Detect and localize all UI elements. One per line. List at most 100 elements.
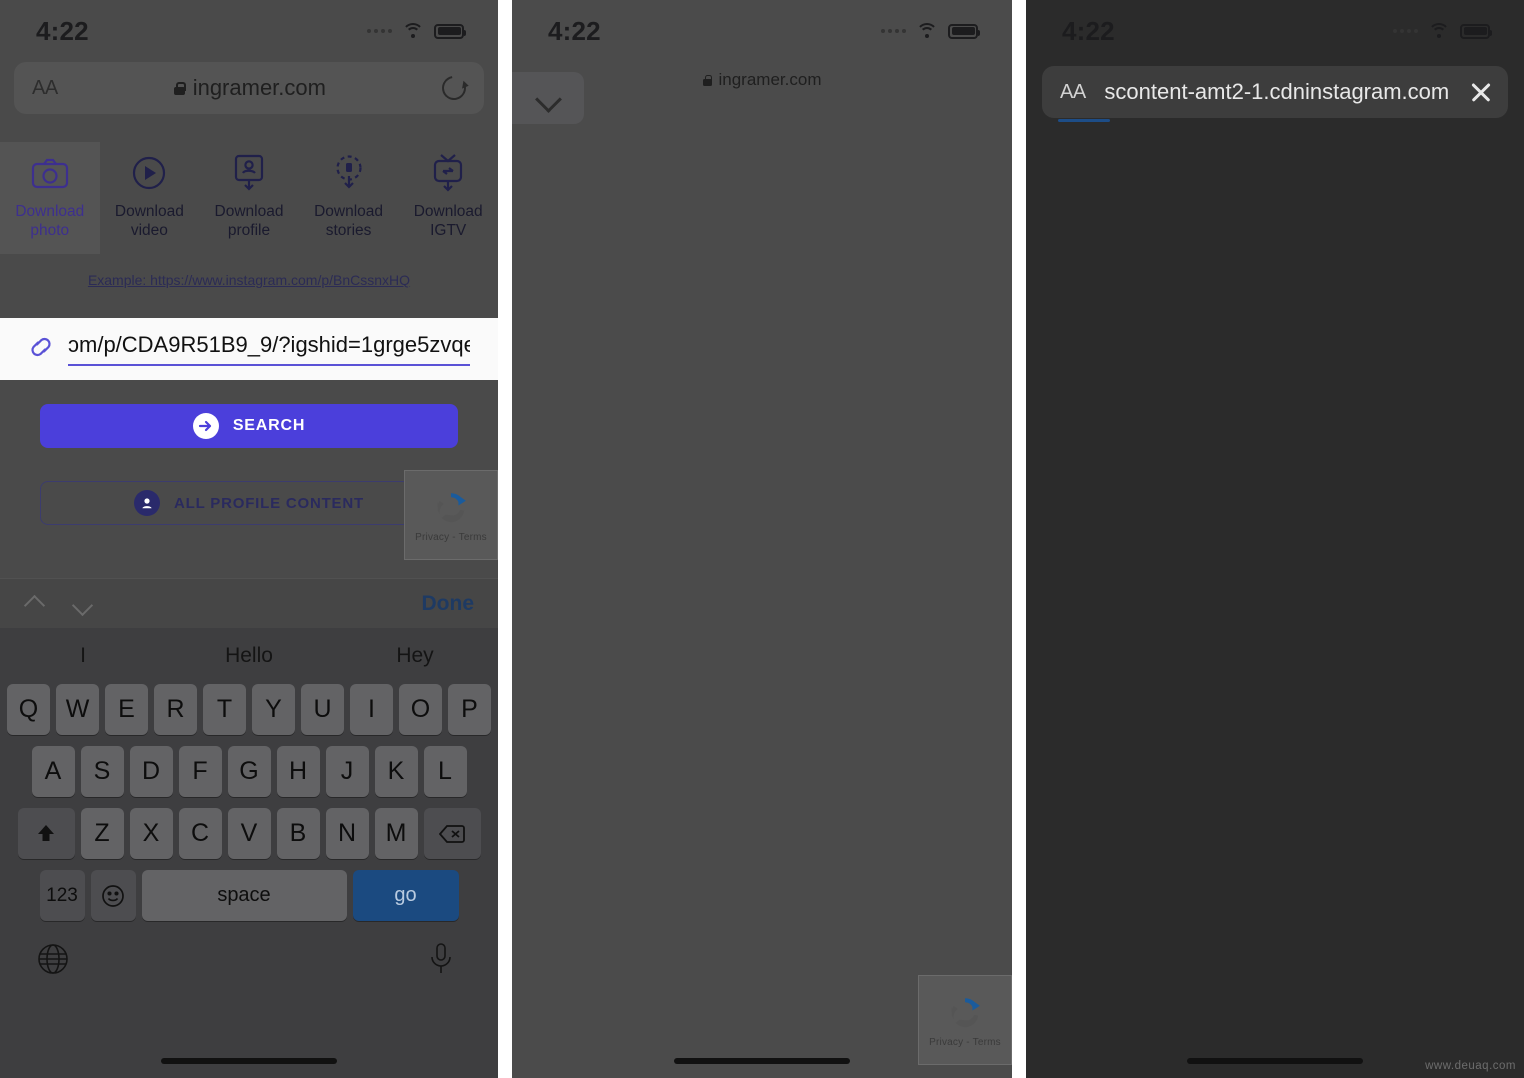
go-key[interactable]: go: [352, 870, 459, 921]
shift-icon[interactable]: [17, 808, 75, 859]
download-type-tabs: Download photo Download video Download p…: [0, 142, 498, 254]
wifi-icon: [1428, 23, 1450, 39]
key-h[interactable]: H: [276, 746, 320, 797]
all-profile-content-label: ALL PROFILE CONTENT: [174, 494, 364, 512]
close-icon[interactable]: [1468, 79, 1494, 105]
status-indicators: [367, 23, 466, 39]
key-k[interactable]: K: [374, 746, 418, 797]
key-i[interactable]: I: [350, 684, 393, 735]
search-button[interactable]: SEARCH: [40, 404, 458, 448]
instagram-url-input-row[interactable]: ɔm/p/CDA9R51B9_9/?igshid=1grge5zvqe7y9: [0, 318, 498, 380]
key-x[interactable]: X: [129, 808, 173, 859]
wifi-icon: [916, 23, 938, 39]
tab-label-line1: Download: [114, 203, 184, 220]
lock-icon: [702, 74, 712, 86]
key-w[interactable]: W: [56, 684, 99, 735]
microphone-icon[interactable]: [426, 942, 462, 978]
tab-label-line2: stories: [325, 222, 372, 239]
key-j[interactable]: J: [325, 746, 369, 797]
key-n[interactable]: N: [325, 808, 369, 859]
recaptcha-badge[interactable]: Privacy - Terms: [918, 975, 1012, 1065]
status-bar: 4:22: [512, 0, 1012, 62]
key-d[interactable]: D: [129, 746, 173, 797]
keyboard-row-3: Z X C V B N M: [0, 808, 498, 859]
key-s[interactable]: S: [80, 746, 124, 797]
key-u[interactable]: U: [301, 684, 344, 735]
address-bar-url[interactable]: scontent-amt2-1.cdninstagram.com: [1086, 79, 1468, 105]
search-input-value: ɔm/p/CDA9R51B9_9/?igshid=1grge5zvqe7y9: [68, 332, 470, 357]
recaptcha-label: Privacy - Terms: [415, 531, 487, 543]
key-f[interactable]: F: [178, 746, 222, 797]
tab-download-video[interactable]: Download video: [100, 142, 200, 254]
backspace-icon[interactable]: [423, 808, 481, 859]
key-t[interactable]: T: [203, 684, 246, 735]
key-y[interactable]: Y: [252, 684, 295, 735]
compact-address-bar[interactable]: ingramer.com: [512, 62, 1012, 98]
chevron-down-icon: [535, 85, 561, 111]
key-q[interactable]: Q: [7, 684, 50, 735]
recaptcha-icon: [437, 492, 466, 522]
emoji-icon[interactable]: [90, 870, 136, 921]
key-e[interactable]: E: [105, 684, 148, 735]
keyboard-done-button[interactable]: Done: [422, 592, 475, 616]
key-r[interactable]: R: [154, 684, 197, 735]
key-b[interactable]: B: [276, 808, 320, 859]
key-o[interactable]: O: [399, 684, 442, 735]
phone-panel-3: 4:22 AA scontent-amt2-1.cdninstagram.com…: [1026, 0, 1524, 1078]
tab-label-line2: IGTV: [430, 222, 467, 239]
lock-icon: [173, 81, 187, 95]
suggestion-item[interactable]: Hello: [166, 644, 332, 668]
watermark: www.deuaq.com: [1425, 1060, 1516, 1072]
link-icon: [26, 334, 56, 365]
key-a[interactable]: A: [31, 746, 75, 797]
text-size-button[interactable]: AA: [32, 77, 58, 100]
chevron-up-icon[interactable]: [24, 593, 46, 615]
signal-dots-icon: [367, 29, 392, 33]
recaptcha-badge[interactable]: Privacy - Terms: [404, 470, 498, 560]
page-load-progress: [1058, 119, 1110, 122]
example-link-hint: Example: https://www.instagram.com/p/BnC…: [87, 272, 411, 288]
globe-icon[interactable]: [36, 942, 72, 978]
igtv-download-icon: [400, 152, 496, 194]
address-bar-host[interactable]: ingramer.com: [58, 75, 442, 101]
phone-panel-2: 4:22 ingramer.com SEARCH ALL PROFILE: [512, 0, 1012, 1078]
signal-dots-icon: [881, 29, 906, 33]
reload-icon[interactable]: [437, 71, 471, 105]
key-v[interactable]: V: [227, 808, 271, 859]
play-circle-icon: [102, 152, 198, 194]
suggestion-item[interactable]: Hey: [332, 644, 498, 668]
expand-toolbar-button[interactable]: [512, 72, 584, 124]
chevron-down-icon[interactable]: [72, 593, 94, 615]
keyboard-row-4: 123 space go: [0, 870, 498, 921]
keyboard-bottom-row: [0, 932, 498, 978]
tab-label-line1: Download: [214, 203, 284, 220]
tab-download-stories[interactable]: Download stories: [299, 142, 399, 254]
text-size-button[interactable]: AA: [1060, 81, 1086, 104]
home-indicator: [161, 1058, 337, 1064]
key-c[interactable]: C: [178, 808, 222, 859]
screenshot-stage: 4:22 AA ingramer.com Download photo Down…: [0, 0, 1524, 1078]
browser-address-bar[interactable]: AA ingramer.com: [14, 62, 484, 114]
browser-address-bar[interactable]: AA scontent-amt2-1.cdninstagram.com: [1042, 66, 1508, 122]
tab-download-photo[interactable]: Download photo: [0, 142, 100, 254]
status-time: 4:22: [1062, 15, 1115, 46]
numbers-key[interactable]: 123: [39, 870, 85, 921]
camera-icon: [2, 152, 98, 194]
search-input[interactable]: ɔm/p/CDA9R51B9_9/?igshid=1grge5zvqe7y9: [68, 332, 470, 366]
tab-download-igtv[interactable]: Download IGTV: [398, 142, 498, 254]
phone-panel-1: 4:22 AA ingramer.com Download photo Down…: [0, 0, 498, 1078]
signal-dots-icon: [1393, 29, 1418, 33]
suggestion-item[interactable]: I: [0, 644, 166, 668]
all-profile-content-button[interactable]: ALL PROFILE CONTENT: [40, 481, 458, 525]
tab-label-line2: photo: [30, 222, 70, 239]
status-bar: 4:22: [1026, 0, 1524, 62]
key-m[interactable]: M: [374, 808, 418, 859]
status-time: 4:22: [548, 15, 601, 46]
key-z[interactable]: Z: [80, 808, 124, 859]
key-l[interactable]: L: [423, 746, 467, 797]
space-key[interactable]: space: [141, 870, 347, 921]
key-p[interactable]: P: [448, 684, 491, 735]
tab-download-profile[interactable]: Download profile: [199, 142, 299, 254]
keyboard-accessory-bar: Done: [0, 578, 498, 628]
key-g[interactable]: G: [227, 746, 271, 797]
